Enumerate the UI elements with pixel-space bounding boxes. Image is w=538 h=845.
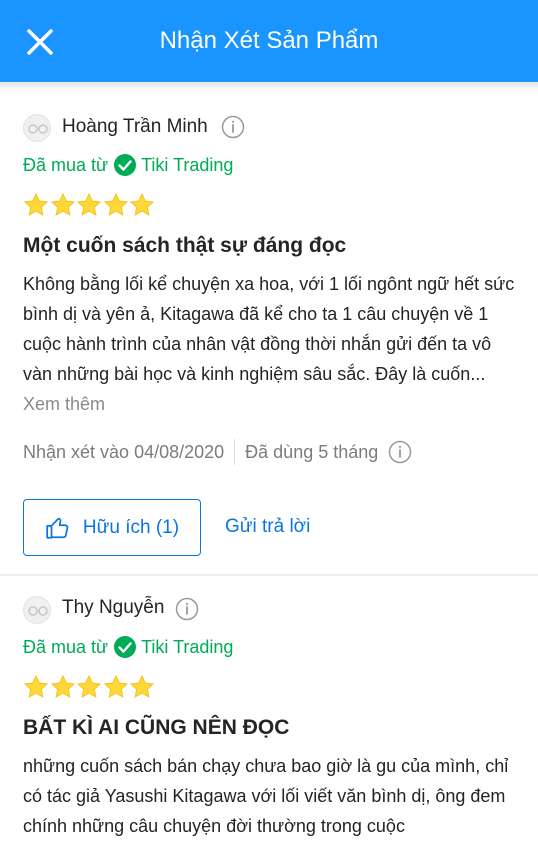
avatar — [23, 596, 51, 624]
info-icon[interactable] — [221, 115, 245, 139]
star-icon — [129, 192, 155, 216]
page-title: Nhận Xét Sản Phẩm — [159, 27, 379, 54]
seller-name: Tiki Trading — [141, 637, 234, 657]
check-circle-icon — [114, 154, 137, 176]
review-meta: Nhận xét vào 04/08/2020 Đã dùng 5 tháng — [23, 437, 412, 467]
review-author: Thy Nguyễn — [62, 597, 165, 618]
star-icon — [129, 674, 155, 698]
star-rating — [23, 674, 156, 700]
info-icon[interactable] — [388, 440, 412, 464]
review-content: Không bằng lối kể chuyện xa hoa, với 1 l… — [23, 269, 521, 419]
star-rating — [23, 192, 156, 218]
info-icon[interactable] — [175, 597, 199, 621]
check-circle-icon — [114, 636, 137, 658]
app-header: Nhận Xét Sản Phẩm — [0, 0, 538, 82]
purchase-source: Đã mua từ Tiki Trading — [23, 153, 233, 177]
star-icon — [50, 674, 75, 698]
star-icon — [23, 674, 49, 698]
avatar — [23, 114, 51, 142]
meta-divider — [234, 439, 236, 465]
reply-button[interactable]: Gửi trả lời — [225, 512, 310, 542]
review-content-text: Không bằng lối kể chuyện xa hoa, với 1 l… — [23, 274, 515, 384]
thumbs-up-icon — [46, 517, 69, 539]
star-icon — [103, 192, 128, 216]
review-card: Thy Nguyễn Đã mua từ Tiki Trading BẤT KÌ… — [0, 576, 538, 845]
purchased-prefix: Đã mua từ — [23, 155, 109, 175]
review-title: Một cuốn sách thật sự đáng đọc — [23, 234, 347, 257]
star-icon — [76, 674, 102, 698]
header-shadow — [0, 82, 538, 92]
review-title: BẤT KÌ AI CŨNG NÊN ĐỌC — [23, 716, 290, 739]
review-content: những cuốn sách bán chạy chưa bao giờ là… — [23, 751, 521, 841]
star-icon — [50, 192, 75, 216]
review-date: Nhận xét vào 04/08/2020 — [23, 442, 225, 462]
purchased-prefix: Đã mua từ — [23, 637, 109, 657]
helpful-label: Hữu ích (1) — [82, 516, 180, 538]
review-author: Hoàng Trần Minh — [62, 116, 208, 137]
seller-name: Tiki Trading — [141, 155, 234, 175]
review-card: Hoàng Trần Minh Đã mua từ Tiki Trading M… — [0, 94, 538, 574]
avatar-icon — [28, 124, 48, 134]
star-icon — [23, 192, 49, 216]
star-icon — [103, 674, 128, 698]
star-icon — [76, 192, 102, 216]
usage-duration: Đã dùng 5 tháng — [245, 442, 379, 462]
helpful-button[interactable]: Hữu ích (1) — [23, 499, 201, 556]
purchase-source: Đã mua từ Tiki Trading — [23, 635, 233, 659]
avatar-icon — [28, 606, 48, 616]
see-more-link[interactable]: Xem thêm — [23, 394, 105, 414]
review-content-text: những cuốn sách bán chạy chưa bao giờ là… — [23, 756, 509, 836]
